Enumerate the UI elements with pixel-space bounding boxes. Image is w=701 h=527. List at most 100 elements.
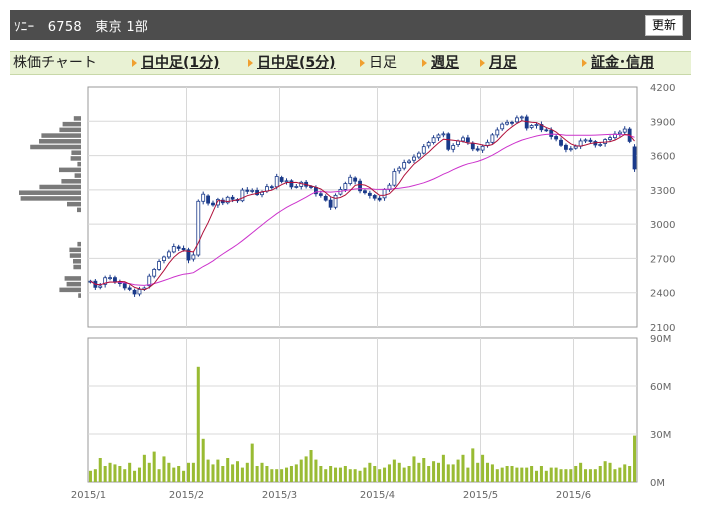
volume-bar bbox=[123, 469, 127, 482]
volume-bar bbox=[584, 469, 588, 482]
price-tick-label: 2400 bbox=[650, 289, 675, 300]
volume-bar bbox=[260, 462, 264, 482]
volume-bar bbox=[603, 461, 607, 482]
volume-bar bbox=[182, 470, 186, 482]
volume-bar bbox=[348, 469, 352, 482]
volume-profile-bar bbox=[70, 156, 81, 161]
candle-body bbox=[495, 129, 500, 136]
candle-body bbox=[397, 167, 402, 172]
volume-tick-label: 0M bbox=[650, 478, 665, 489]
volume-bar bbox=[534, 470, 539, 482]
volume-bar bbox=[436, 462, 440, 482]
volume-bar bbox=[510, 466, 514, 482]
volume-bar bbox=[285, 467, 289, 482]
candle-body bbox=[514, 117, 519, 123]
volume-bar bbox=[265, 466, 269, 482]
volume-bar bbox=[255, 466, 259, 482]
volume-bar bbox=[559, 469, 563, 482]
candle-body bbox=[544, 129, 549, 132]
candle-body bbox=[446, 133, 451, 150]
price-tick-label: 2100 bbox=[650, 323, 675, 334]
candle-body bbox=[171, 246, 176, 253]
volume-bar bbox=[397, 462, 401, 482]
volume-profile-bar bbox=[78, 293, 81, 298]
volume-profile-bar bbox=[74, 173, 81, 178]
volume-bar bbox=[275, 469, 279, 482]
volume-bar bbox=[466, 467, 470, 482]
volume-bar bbox=[363, 467, 367, 482]
volume-bar bbox=[216, 459, 220, 482]
volume-bar bbox=[113, 464, 117, 482]
candle-body bbox=[490, 134, 495, 143]
price-tick-label: 4200 bbox=[650, 83, 675, 94]
volume-bar bbox=[539, 466, 543, 482]
volume-bar bbox=[329, 466, 333, 482]
volume-bar bbox=[133, 470, 137, 482]
candle-body bbox=[191, 254, 196, 260]
volume-profile-bar bbox=[73, 116, 81, 121]
stock-chart: 4200 3900 3600 3300 3000 2700 2400 210090M 60M 30… bbox=[19, 83, 675, 501]
volume-bar bbox=[593, 469, 597, 482]
volume-bar bbox=[88, 470, 92, 482]
candle-body bbox=[328, 199, 333, 208]
volume-bar bbox=[564, 469, 568, 482]
volume-bar bbox=[481, 454, 485, 482]
volume-bar bbox=[324, 469, 328, 482]
candle-body bbox=[524, 116, 529, 129]
volume-profile-bar bbox=[73, 259, 81, 264]
candle-body bbox=[353, 177, 358, 182]
candle-body bbox=[416, 152, 421, 158]
candle-body bbox=[588, 139, 593, 142]
volume-bar bbox=[235, 461, 240, 482]
volume-profile-bar bbox=[71, 150, 81, 155]
candle-body bbox=[108, 277, 112, 280]
price-tick-label: 3600 bbox=[650, 152, 675, 163]
volume-bar bbox=[314, 459, 318, 482]
candle-body bbox=[421, 146, 426, 154]
volume-bar bbox=[147, 462, 151, 482]
volume-bar bbox=[334, 467, 338, 482]
candle-body bbox=[500, 123, 505, 130]
volume-tick-label: 90M bbox=[650, 334, 671, 345]
volume-profile-bar bbox=[59, 167, 81, 173]
volume-profile-bar bbox=[62, 121, 81, 127]
volume-bar bbox=[137, 467, 141, 482]
volume-bar bbox=[103, 466, 107, 482]
candle-body bbox=[583, 139, 588, 142]
candle-body bbox=[250, 190, 255, 192]
candle-body bbox=[549, 129, 554, 137]
candle-body bbox=[573, 145, 578, 149]
candle-body bbox=[392, 171, 397, 186]
volume-bar bbox=[309, 450, 313, 482]
volume-bar bbox=[495, 469, 499, 482]
volume-bar bbox=[358, 470, 362, 482]
volume-bar bbox=[544, 470, 548, 482]
volume-profile-bar bbox=[39, 139, 81, 144]
volume-tick-label: 60M bbox=[650, 382, 671, 393]
volume-bar bbox=[128, 462, 132, 482]
volume-bar bbox=[525, 467, 529, 482]
volume-bar bbox=[569, 469, 573, 482]
candle-body bbox=[279, 177, 284, 182]
volume-bar bbox=[574, 466, 578, 482]
candle-body bbox=[598, 144, 603, 146]
x-tick-label: 2015/3 bbox=[262, 490, 297, 501]
volume-bar bbox=[343, 466, 347, 482]
volume-profile-bar bbox=[39, 184, 81, 190]
volume-bar bbox=[231, 464, 235, 482]
volume-bar bbox=[226, 458, 230, 482]
candle-body bbox=[505, 121, 510, 125]
volume-profile-bar bbox=[64, 276, 81, 281]
volume-panel bbox=[87, 337, 638, 483]
x-tick-label: 2015/5 bbox=[463, 490, 498, 501]
candle-body bbox=[98, 285, 103, 288]
volume-bar bbox=[319, 466, 323, 482]
candle-body bbox=[632, 146, 637, 170]
candle-body bbox=[323, 195, 328, 201]
candle-body bbox=[485, 141, 490, 146]
volume-bar bbox=[270, 469, 274, 482]
volume-bar bbox=[191, 462, 195, 482]
candle-body bbox=[480, 145, 485, 151]
candle-body bbox=[113, 277, 117, 283]
volume-bar bbox=[177, 466, 181, 482]
